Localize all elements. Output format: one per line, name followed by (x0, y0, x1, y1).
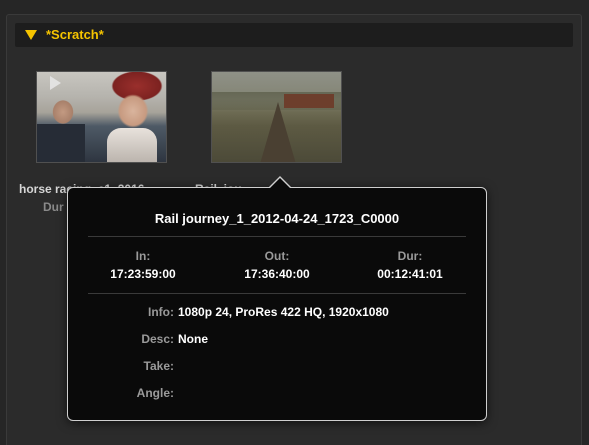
in-label: In: (135, 249, 151, 263)
thumbnail-detail (260, 102, 296, 162)
take-row: Take: (68, 359, 486, 375)
dur-label: Dur: (397, 249, 423, 263)
clip-thumbnail-image (36, 71, 167, 163)
desc-value: None (178, 332, 208, 346)
bin-header[interactable]: *Scratch* (15, 23, 573, 47)
desc-row: Desc: None (68, 332, 486, 348)
desc-label: Desc: (141, 332, 174, 346)
tooltip-arrow-fill (269, 178, 291, 189)
tooltip-clip-title: Rail journey_1_2012-04-24_1723_C0000 (154, 211, 400, 226)
info-row: Info: 1080p 24, ProRes 422 HQ, 1920x1080 (68, 305, 486, 321)
clip-thumbnail-image (211, 71, 342, 163)
clip-thumbnail-horse-racing[interactable] (36, 71, 170, 167)
play-icon (50, 76, 61, 90)
info-label: Info: (148, 305, 174, 319)
bin-title: *Scratch* (46, 27, 104, 42)
clip-info-tooltip: Rail journey_1_2012-04-24_1723_C0000 In:… (67, 176, 487, 421)
out-value: 17:36:40:00 (244, 267, 310, 281)
divider (88, 236, 466, 237)
clip-thumbnail-rail-journey[interactable] (211, 71, 345, 167)
in-value: 17:23:59:00 (110, 267, 176, 281)
divider (88, 293, 466, 294)
out-label: Out: (264, 249, 290, 263)
in-timecode: In: 17:23:59:00 (88, 249, 198, 282)
angle-label: Angle: (136, 386, 174, 400)
thumbnail-detail (37, 124, 85, 162)
out-timecode: Out: 17:36:40:00 (222, 249, 332, 282)
clip-duration-label: Dur (43, 200, 64, 214)
media-pool-window: *Scratch* horse racing_c1_2016 Dur Rail_… (0, 0, 589, 445)
thumbnail-detail (107, 128, 157, 162)
dur-timecode: Dur: 00:12:41:01 (355, 249, 465, 282)
triangle-down-icon[interactable] (25, 30, 37, 40)
info-value: 1080p 24, ProRes 422 HQ, 1920x1080 (178, 305, 389, 319)
dur-value: 00:12:41:01 (377, 267, 443, 281)
take-label: Take: (143, 359, 174, 373)
angle-row: Angle: (68, 386, 486, 402)
